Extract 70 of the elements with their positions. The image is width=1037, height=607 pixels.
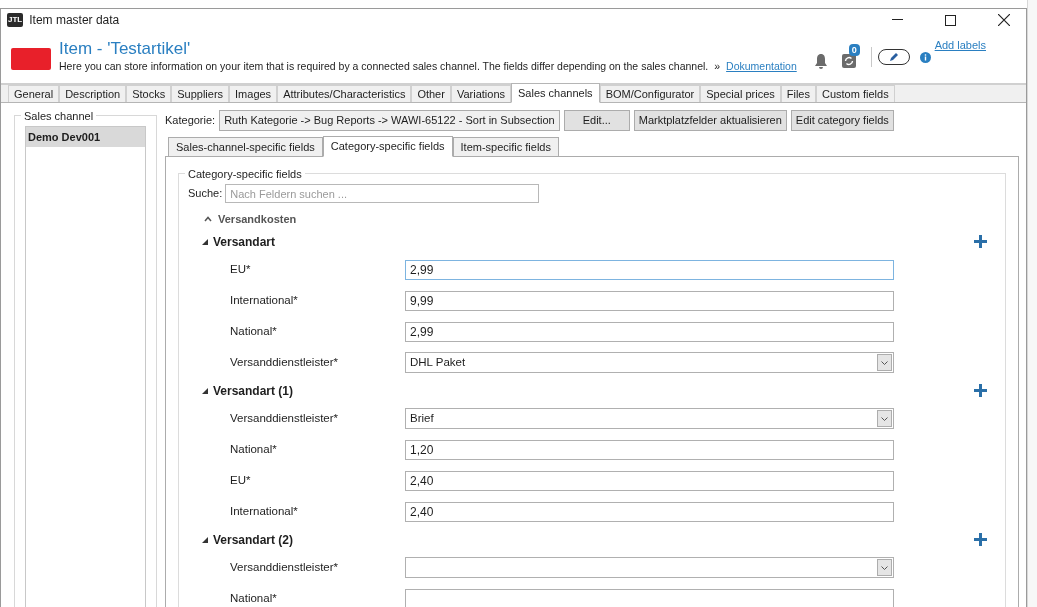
group-title: Versandart [213, 233, 277, 251]
tab[interactable]: Item-specific fields [452, 137, 559, 156]
category-field: Ruth Kategorie -> Bug Reports -> WAWI-65122 - Sort in Subsection [219, 109, 560, 131]
add-icon[interactable] [974, 384, 987, 397]
pencil-icon [888, 52, 899, 62]
bell-icon[interactable] [812, 52, 829, 70]
search-field[interactable]: Nach Feldern suchen ... [225, 184, 540, 203]
field-label: International* [230, 503, 299, 519]
field-label: National* [230, 590, 278, 606]
expand-triangle-icon[interactable] [202, 536, 208, 543]
input-field[interactable]: 2,99 [405, 321, 894, 342]
tab[interactable]: Images [229, 85, 278, 102]
input-field[interactable]: 2,40 [405, 501, 894, 522]
input-field[interactable]: 2,40 [405, 470, 894, 491]
field-label: International* [230, 292, 299, 308]
tab[interactable]: Sales channels [511, 83, 600, 103]
button[interactable]: Edit category fields [790, 109, 894, 131]
description-text: Here you can store information on your item that is required by a connected sales channel. The fields differ depending on the sales channel. [59, 59, 709, 75]
tab[interactable]: Description [59, 85, 127, 102]
tab[interactable]: Attributes/Characteristics [277, 85, 412, 102]
tab[interactable]: Custom fields [816, 85, 895, 102]
add-labels-link[interactable]: Add labels [934, 37, 986, 54]
input-field[interactable]: 9,99 [405, 290, 894, 311]
section-title: Versandkosten [218, 211, 297, 227]
add-icon[interactable] [974, 235, 987, 248]
button[interactable]: Marktplatzfelder aktualisieren [633, 109, 787, 131]
group-title: Versandart (1) [213, 382, 295, 400]
field-label: EU* [230, 472, 252, 488]
tab[interactable]: Stocks [126, 85, 172, 102]
app-logo: JTL [7, 13, 24, 27]
button[interactable]: Edit... [563, 109, 630, 131]
add-icon[interactable] [974, 533, 987, 546]
group-title: Versandart (2) [213, 531, 295, 549]
field-label: Versanddienstleister* [230, 559, 340, 575]
item-color-swatch [11, 48, 51, 70]
dropdown[interactable]: DHL Paket [405, 352, 894, 373]
maximize-icon[interactable] [945, 14, 956, 26]
info-icon [919, 51, 931, 63]
tab[interactable]: Variations [450, 85, 511, 102]
field-label: Versanddienstleister* [230, 354, 340, 370]
search-label: Suche: [188, 186, 223, 202]
expand-triangle-icon[interactable] [202, 238, 208, 245]
tab[interactable]: Files [780, 85, 816, 102]
tab[interactable]: Suppliers [171, 85, 230, 102]
field-label: National* [230, 441, 278, 457]
tab[interactable]: Other [411, 85, 451, 102]
expand-triangle-icon[interactable] [202, 387, 208, 394]
field-label: National* [230, 323, 278, 339]
tab[interactable]: General [8, 85, 60, 102]
close-icon[interactable] [998, 14, 1010, 26]
field-label: Versanddienstleister* [230, 410, 340, 426]
tab[interactable]: BOM/Configurator [599, 85, 701, 102]
input-field[interactable]: 2,99 [405, 259, 894, 280]
input-field[interactable] [405, 588, 894, 607]
list-item[interactable]: Demo Dev001 [26, 127, 145, 147]
chevron-icon[interactable] [204, 216, 212, 222]
item-title: Item - 'Testartikel' [59, 39, 192, 60]
tab[interactable]: Sales-channel-specific fields [168, 137, 323, 156]
notification-badge: 0 [848, 44, 860, 56]
category-label: Kategorie: [165, 112, 216, 128]
documentation-link[interactable]: Dokumentation [726, 59, 797, 75]
window-title: Item master data [29, 12, 120, 29]
minimize-icon[interactable] [892, 19, 903, 21]
input-field[interactable]: 1,20 [405, 439, 894, 460]
field-label: EU* [230, 261, 252, 277]
dropdown[interactable]: Brief [405, 408, 894, 429]
tab[interactable]: Category-specific fields [322, 136, 453, 157]
more-marker: » [714, 59, 721, 75]
tab[interactable]: Special prices [700, 85, 781, 102]
sync-icon[interactable] [840, 53, 857, 69]
